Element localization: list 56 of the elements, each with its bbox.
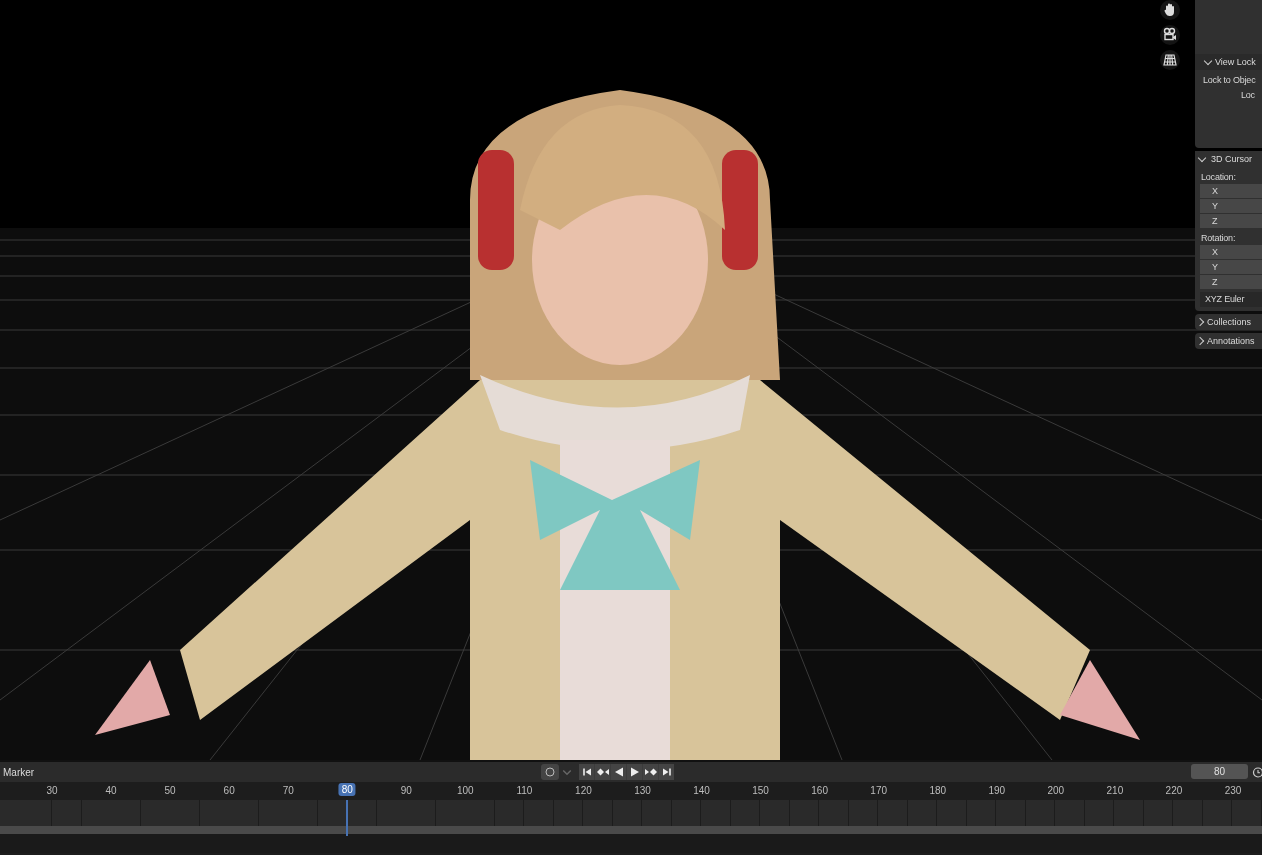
play-button[interactable]: [627, 764, 642, 780]
marker-menu[interactable]: Marker: [0, 766, 38, 778]
current-frame-field[interactable]: 80: [1191, 764, 1248, 779]
section-header[interactable]: Annotations: [1195, 333, 1262, 349]
frame-number: 40: [105, 785, 117, 796]
rotation-mode-dropdown[interactable]: XYZ Euler: [1200, 292, 1262, 307]
camera-icon[interactable]: [1160, 25, 1180, 45]
next-keyframe-button[interactable]: [643, 764, 658, 780]
keying-toggle[interactable]: [541, 764, 559, 780]
frame-number: 220: [1165, 785, 1183, 796]
field-label: Lock to Objec: [1202, 74, 1257, 85]
hand-icon[interactable]: [1160, 0, 1180, 20]
grid-icon[interactable]: [1160, 50, 1180, 70]
frame-number: 90: [400, 785, 412, 796]
previous-keyframe-button[interactable]: [595, 764, 610, 780]
frame-number: 170: [870, 785, 888, 796]
frame-number: 180: [929, 785, 947, 796]
previous-keyframe-icon: [596, 767, 609, 777]
play-reverse-button[interactable]: [611, 764, 626, 780]
section-header[interactable]: Collections: [1195, 314, 1262, 330]
frame-number: 100: [457, 785, 474, 796]
play-icon: [629, 767, 640, 777]
frame-number: 150: [752, 785, 769, 796]
jump-end-button[interactable]: [659, 764, 674, 780]
field-label: Loc: [1240, 89, 1256, 100]
frame-number: 130: [634, 785, 651, 796]
field-label: Rotation:: [1200, 232, 1237, 245]
section-header[interactable]: 3D Cursor: [1195, 151, 1262, 167]
axis-field[interactable]: Z: [1200, 275, 1262, 289]
circle-icon: [545, 767, 555, 777]
field-label: Location:: [1200, 171, 1237, 184]
axis-field[interactable]: X: [1200, 184, 1262, 198]
frame-number: 70: [282, 785, 294, 796]
playhead[interactable]: 80: [338, 783, 356, 796]
section-header[interactable]: View Lock: [1195, 54, 1262, 70]
next-keyframe-icon: [644, 767, 657, 777]
axis-field[interactable]: X: [1200, 245, 1262, 259]
jump-end-icon: [661, 767, 672, 777]
axis-field[interactable]: Y: [1200, 199, 1262, 213]
frame-number: 230: [1224, 785, 1242, 796]
axis-field[interactable]: Z: [1200, 214, 1262, 228]
frame-number: 160: [811, 785, 828, 796]
frame-number: 140: [693, 785, 710, 796]
frame-number: 210: [1106, 785, 1124, 796]
frame-number: 120: [575, 785, 592, 796]
frame-number: 60: [223, 785, 235, 796]
frame-number: 190: [988, 785, 1006, 796]
frame-number: 50: [164, 785, 176, 796]
jump-start-button[interactable]: [579, 764, 594, 780]
axis-field[interactable]: Y: [1200, 260, 1262, 274]
stopwatch-icon[interactable]: [1252, 766, 1262, 778]
frame-number: 110: [516, 785, 533, 796]
frame-number: 30: [46, 785, 58, 796]
play-reverse-icon: [613, 767, 624, 777]
jump-start-icon: [581, 767, 592, 777]
frame-number: 200: [1047, 785, 1065, 796]
